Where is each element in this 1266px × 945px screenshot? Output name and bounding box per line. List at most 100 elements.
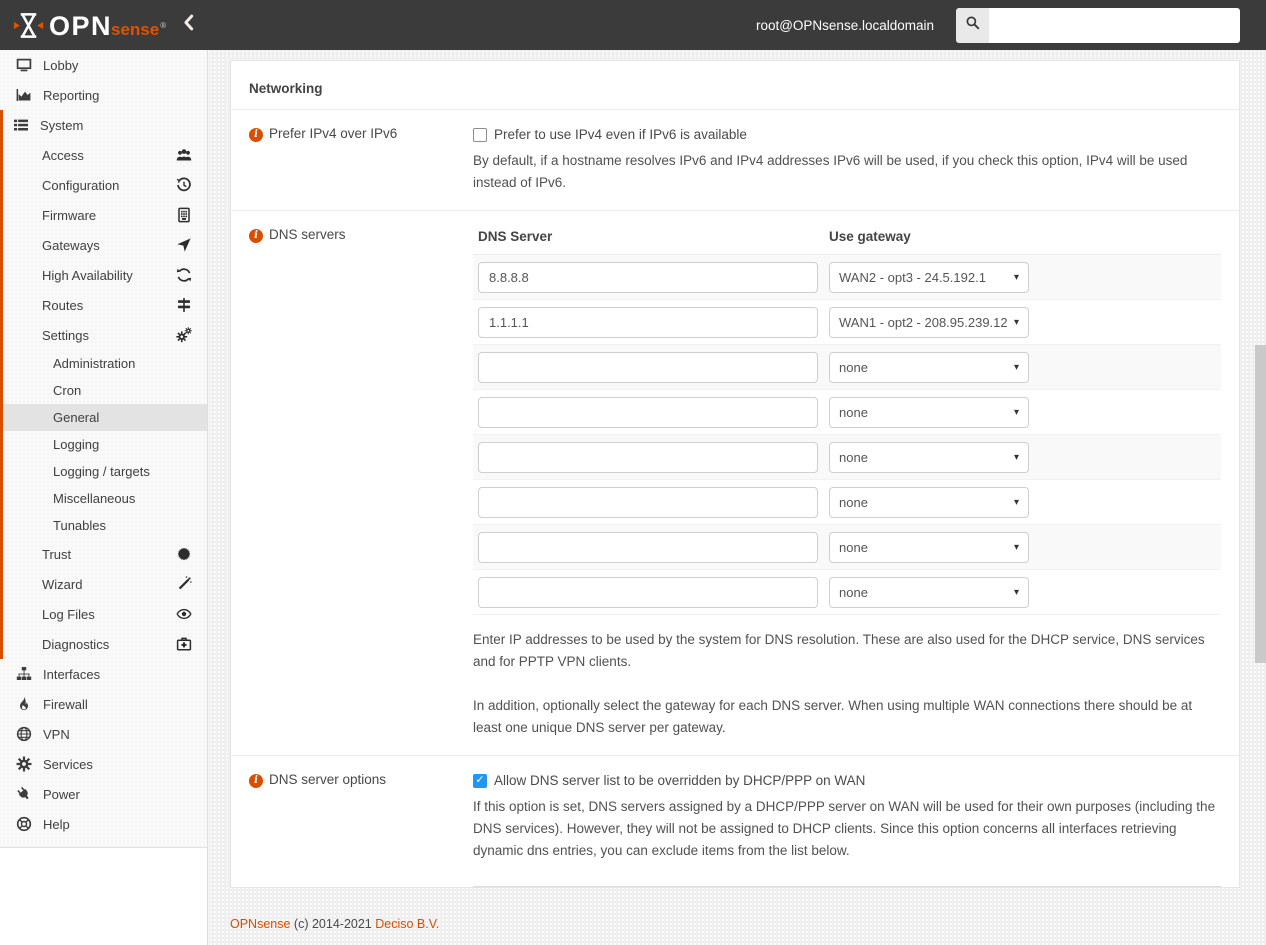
sidebar-item-label: High Availability	[42, 267, 133, 283]
sidebar-item-configuration[interactable]: Configuration	[3, 170, 207, 200]
sidebar-item-trust[interactable]: Trust	[3, 539, 207, 569]
dns-server-input[interactable]	[478, 531, 818, 563]
caret-down-icon: ▾	[1013, 541, 1019, 553]
form-row-dns-servers: i DNS servers DNS Server Use gateway WAN…	[231, 211, 1239, 756]
sidebar-item-system[interactable]: System	[3, 110, 207, 140]
prefer-ipv4-checkbox[interactable]: ✓	[473, 127, 487, 142]
opnsense-footer-link[interactable]: OPNsense	[230, 917, 290, 931]
prefer-ipv4-checkbox-label: Prefer to use IPv4 even if IPv6 is avail…	[494, 127, 747, 142]
deciso-footer-link[interactable]: Deciso B.V.	[375, 917, 439, 931]
dns-server-input[interactable]	[478, 441, 818, 473]
search-button[interactable]	[956, 7, 989, 43]
caret-down-icon: ▾	[1013, 451, 1019, 463]
sidebar-item-high-availability[interactable]: High Availability	[3, 260, 207, 290]
sidebar-item-interfaces[interactable]: Interfaces	[0, 659, 207, 689]
sidebar-item-help[interactable]: Help	[0, 809, 207, 839]
sidebar-item-label: VPN	[43, 726, 70, 742]
field-label: i DNS server options	[249, 769, 473, 887]
dns-gateway-value: WAN2 - opt3 - 24.5.192.1	[839, 269, 986, 285]
sidebar-item-services[interactable]: Services	[0, 749, 207, 779]
sidebar-item-general[interactable]: General	[3, 404, 207, 431]
caret-down-icon: ▾	[1013, 361, 1019, 373]
dns-server-column-header: DNS Server	[478, 229, 553, 244]
use-gateway-column-header: Use gateway	[829, 229, 911, 244]
dns-server-row: WAN2 - opt3 - 24.5.192.1 ▾	[473, 255, 1221, 300]
dns-servers-label: DNS servers	[269, 227, 346, 242]
sidebar-item-administration[interactable]: Administration	[3, 350, 207, 377]
dns-override-checkbox[interactable]: ✓	[473, 773, 487, 788]
sidebar-item-miscellaneous[interactable]: Miscellaneous	[3, 485, 207, 512]
chevron-left-icon	[182, 14, 195, 36]
sidebar-item-reporting[interactable]: Reporting	[0, 80, 207, 110]
caret-down-icon: ▾	[1013, 586, 1019, 598]
info-icon[interactable]: i	[249, 774, 263, 788]
dns-gateway-select[interactable]: WAN2 - opt3 - 24.5.192.1 ▾	[829, 261, 1029, 293]
info-icon[interactable]: i	[249, 128, 263, 142]
refresh-icon	[175, 267, 192, 283]
settings-panel: Networking i Prefer IPv4 over IPv6 ✓ Pre…	[230, 60, 1240, 888]
dns-server-input[interactable]	[478, 261, 818, 293]
dns-table-header: DNS Server Use gateway	[473, 224, 1221, 255]
dns-gateway-select[interactable]: none ▾	[829, 576, 1029, 608]
sidebar-item-wizard[interactable]: Wizard	[3, 569, 207, 599]
sidebar-item-label: Logging	[53, 437, 100, 452]
dns-gateway-select[interactable]: WAN1 - opt2 - 208.95.239.12 ▾	[829, 306, 1029, 338]
dns-gateway-select[interactable]: none ▾	[829, 396, 1029, 428]
caret-down-icon: ▾	[1013, 316, 1019, 328]
sidebar-item-gateways[interactable]: Gateways	[3, 230, 207, 260]
sidebar-item-tunables[interactable]: Tunables	[3, 512, 207, 539]
field-control: ✓ Allow DNS server list to be overridden…	[473, 769, 1221, 887]
dns-gateway-select[interactable]: none ▾	[829, 441, 1029, 473]
certificate-icon	[175, 546, 192, 562]
dns-server-input[interactable]	[478, 306, 818, 338]
sidebar-item-diagnostics[interactable]: Diagnostics	[3, 629, 207, 659]
sidebar-item-label: Log Files	[42, 606, 95, 622]
dns-gateway-select[interactable]: none ▾	[829, 486, 1029, 518]
brand-text-sense: sense	[111, 19, 160, 39]
sidebar-item-log-files[interactable]: Log Files	[3, 599, 207, 629]
sidebar-item-label: Cron	[53, 383, 82, 398]
sidebar-item-firmware[interactable]: Firmware	[3, 200, 207, 230]
divider	[473, 886, 1221, 887]
sidebar-item-lobby[interactable]: Lobby	[0, 50, 207, 80]
footer-copyright: (c) 2014-2021	[290, 917, 376, 931]
search-input[interactable]	[989, 7, 1240, 43]
sidebar-item-logging[interactable]: Logging	[3, 431, 207, 458]
dns-gateway-value: none	[839, 494, 868, 510]
field-control: DNS Server Use gateway WAN2 - opt3 - 24.…	[473, 224, 1221, 739]
scrollbar-track[interactable]	[1255, 50, 1266, 945]
dns-gateway-value: none	[839, 449, 868, 465]
gear-icon	[16, 756, 34, 772]
sidebar-item-access[interactable]: Access	[3, 140, 207, 170]
dns-server-row: none ▾	[473, 345, 1221, 390]
sidebar-collapse-button[interactable]	[182, 14, 204, 36]
sidebar-item-firewall[interactable]: Firewall	[0, 689, 207, 719]
dns-servers-help-2: In addition, optionally select the gatew…	[473, 698, 1193, 735]
fire-icon	[16, 696, 34, 712]
dns-servers-help-1: Enter IP addresses to be used by the sys…	[473, 632, 1205, 669]
sidebar-item-logging-targets[interactable]: Logging / targets	[3, 458, 207, 485]
dns-server-input[interactable]	[478, 576, 818, 608]
sidebar-item-label: Miscellaneous	[53, 491, 136, 506]
sidebar-item-label: Tunables	[53, 518, 106, 533]
sidebar-item-routes[interactable]: Routes	[3, 290, 207, 320]
dns-rows: WAN2 - opt3 - 24.5.192.1▾WAN1 - opt2 - 2…	[473, 255, 1221, 615]
search-icon	[965, 15, 980, 35]
sidebar-item-settings[interactable]: Settings	[3, 320, 207, 350]
sidebar-item-vpn[interactable]: VPN	[0, 719, 207, 749]
dns-server-input[interactable]	[478, 486, 818, 518]
dns-gateway-select[interactable]: none ▾	[829, 351, 1029, 383]
dns-options-help: If this option is set, DNS servers assig…	[473, 799, 1216, 858]
sidebar-item-label: Services	[43, 756, 93, 772]
sidebar-item-label: Gateways	[42, 237, 100, 253]
dns-gateway-value: none	[839, 539, 868, 555]
sidebar-item-label: Administration	[53, 356, 136, 371]
sidebar-item-power[interactable]: Power	[0, 779, 207, 809]
sidebar-item-cron[interactable]: Cron	[3, 377, 207, 404]
info-icon[interactable]: i	[249, 229, 263, 243]
dns-server-input[interactable]	[478, 396, 818, 428]
scrollbar-thumb[interactable]	[1255, 345, 1266, 663]
dns-gateway-select[interactable]: none ▾	[829, 531, 1029, 563]
dns-server-input[interactable]	[478, 351, 818, 383]
opnsense-logo[interactable]: OPN sense ®	[0, 10, 182, 41]
